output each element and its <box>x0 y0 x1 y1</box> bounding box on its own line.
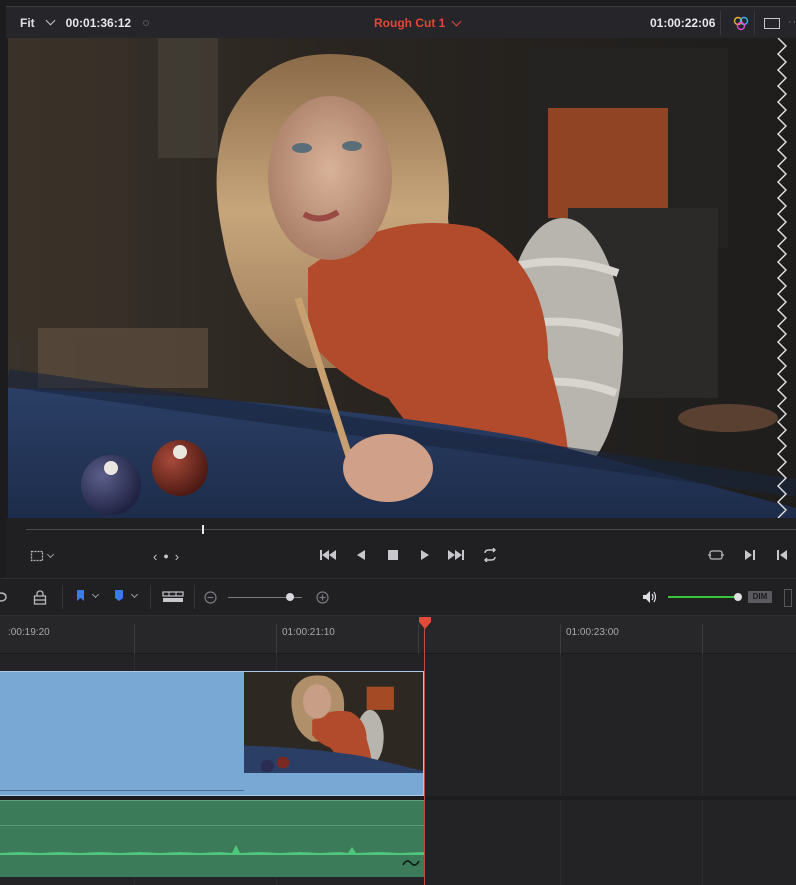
toolbar-divider <box>62 585 63 609</box>
timeline-selector[interactable]: Rough Cut 1 <box>374 16 462 30</box>
toolbar-divider <box>150 585 151 609</box>
header-divider <box>720 11 721 35</box>
crop-icon <box>30 550 44 562</box>
marker-dropdown[interactable] <box>114 589 139 602</box>
dim-button[interactable]: DIM <box>748 591 772 603</box>
zoom-in-icon[interactable] <box>316 591 329 604</box>
playhead-handle[interactable] <box>418 616 432 630</box>
timecode-options-icon[interactable] <box>143 19 150 26</box>
thumbnail-image <box>244 672 423 773</box>
source-timecode[interactable]: 00:01:36:12 <box>66 16 131 30</box>
crop-dropdown[interactable] <box>30 548 55 564</box>
video-frame[interactable] <box>8 38 796 518</box>
chevron-down-icon <box>91 590 100 598</box>
volume-slider-track[interactable] <box>668 596 738 598</box>
flag-icon <box>77 590 84 601</box>
stop-icon[interactable] <box>388 550 398 560</box>
toolbar-divider <box>194 585 195 609</box>
match-frame-icon[interactable] <box>708 549 724 561</box>
timeline-tracks[interactable] <box>0 654 796 885</box>
clip-thumbnail <box>244 672 423 773</box>
play-to-in-icon[interactable] <box>776 549 788 561</box>
loop-icon[interactable] <box>482 548 498 562</box>
grid-line <box>702 654 703 885</box>
audio-waveform <box>0 845 424 855</box>
scrubber-track[interactable] <box>26 529 796 530</box>
ruler-label: 01:00:21:10 <box>282 627 335 638</box>
scrubber-handle[interactable] <box>202 525 204 534</box>
ruler-label: :00:19:20 <box>8 627 50 638</box>
more-options-icon[interactable]: ·· <box>788 16 796 28</box>
clip-name-bar <box>0 790 244 791</box>
header-divider <box>754 11 755 35</box>
video-frame-image <box>8 38 796 518</box>
speaker-icon[interactable] <box>642 590 658 604</box>
zoom-dropdown[interactable]: Fit <box>20 15 56 30</box>
chevron-down-icon <box>45 15 56 26</box>
ruler-tick <box>560 624 561 654</box>
zoom-out-icon[interactable] <box>204 591 217 604</box>
grid-line <box>560 654 561 885</box>
color-scope-icon[interactable] <box>732 14 750 32</box>
dot-icon: ● <box>163 551 169 561</box>
ruler-tick <box>134 624 135 654</box>
video-clip[interactable] <box>0 671 424 796</box>
play-reverse-icon[interactable] <box>356 549 366 561</box>
playhead[interactable] <box>424 628 425 885</box>
chevron-down-icon <box>451 16 462 26</box>
zoom-label: Fit <box>20 15 35 30</box>
meter-icon <box>784 589 792 607</box>
transport-bar: ‹ ● › <box>6 518 796 578</box>
audio-fade-icon[interactable] <box>402 857 420 869</box>
go-to-start-icon[interactable] <box>320 549 336 561</box>
ruler-tick <box>276 624 277 654</box>
chevron-down-icon <box>130 590 139 598</box>
track-height-icon[interactable] <box>162 591 184 603</box>
audio-clip[interactable] <box>0 800 424 877</box>
lock-icon[interactable] <box>33 590 47 605</box>
timeline-ruler[interactable]: :00:19:20 01:00:21:10 01:00:23:00 <box>0 616 796 654</box>
ruler-tick <box>702 624 703 654</box>
zoom-slider-handle[interactable] <box>286 593 294 601</box>
link-icon[interactable] <box>0 591 8 603</box>
viewer-window-icon[interactable] <box>764 18 780 29</box>
next-edit-icon[interactable]: › <box>175 549 179 564</box>
viewer-header: Fit 00:01:36:12 Rough Cut 1 01:00:22:06 … <box>6 6 796 38</box>
audio-level-line <box>0 825 424 826</box>
flag-dropdown[interactable] <box>76 589 100 602</box>
play-to-out-icon[interactable] <box>744 549 756 561</box>
timeline-toolbar: DIM <box>0 578 796 616</box>
chevron-down-icon <box>46 550 55 559</box>
record-timecode[interactable]: 01:00:22:06 <box>650 16 715 30</box>
prev-edit-icon[interactable]: ‹ <box>153 549 157 564</box>
marker-icon <box>115 590 123 601</box>
timeline-name: Rough Cut 1 <box>374 16 446 30</box>
go-to-end-icon[interactable] <box>448 549 464 561</box>
volume-slider-handle[interactable] <box>734 593 742 601</box>
play-icon[interactable] <box>420 549 430 561</box>
ruler-label: 01:00:23:00 <box>566 627 619 638</box>
